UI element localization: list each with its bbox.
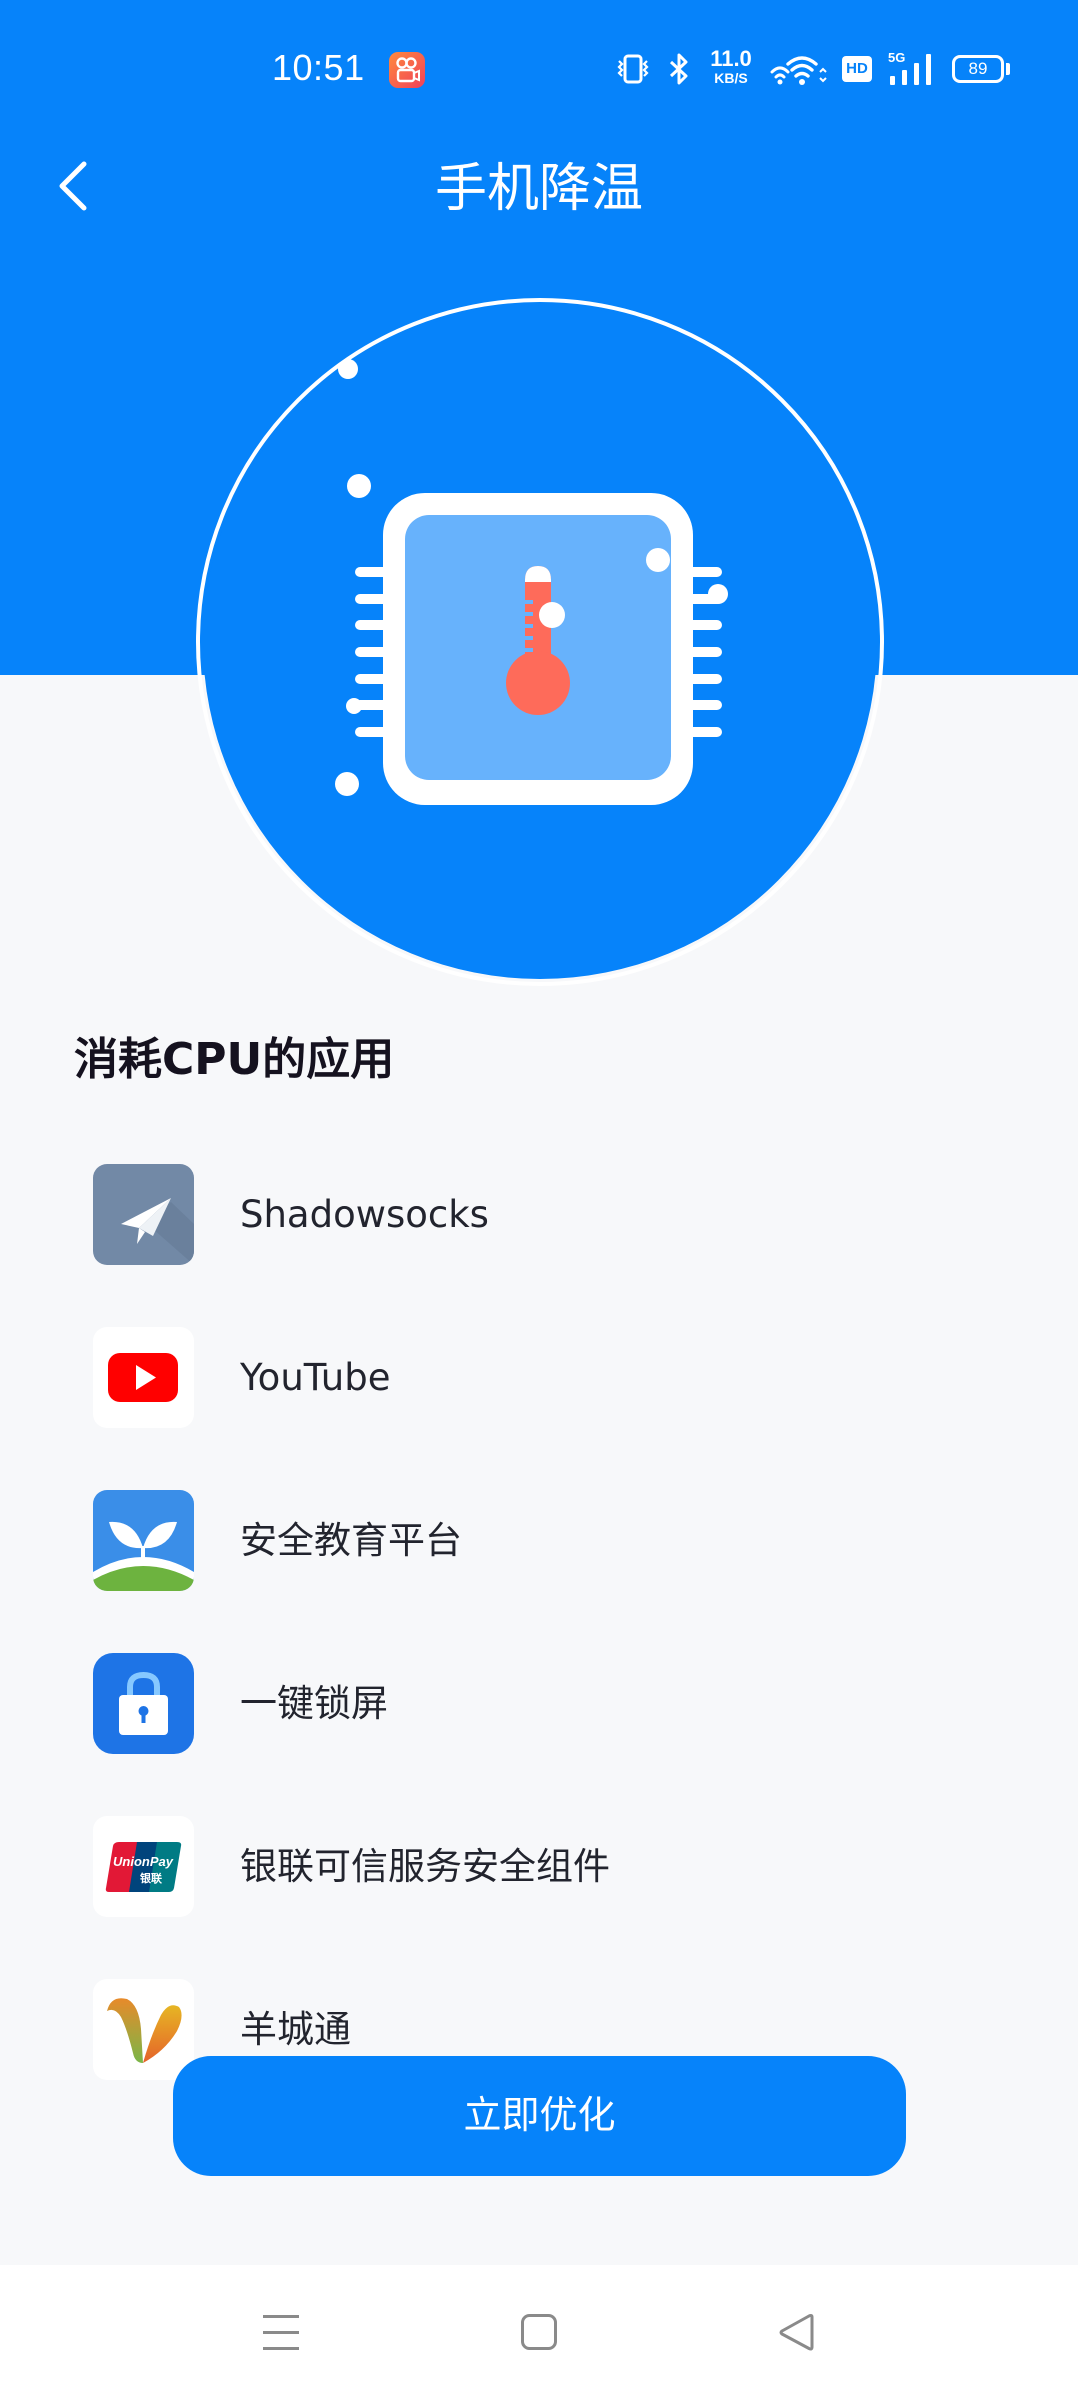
battery-icon: 89 bbox=[952, 55, 1004, 83]
svg-text:UnionPay: UnionPay bbox=[113, 1854, 174, 1869]
section-title: 消耗CPU的应用 bbox=[74, 1034, 395, 1085]
app-name: YouTube bbox=[240, 1356, 391, 1399]
network-speed-value: 11.0 bbox=[710, 46, 752, 71]
svg-text:银联: 银联 bbox=[140, 1871, 162, 1885]
safety-education-icon bbox=[93, 1490, 194, 1591]
yangchengtong-icon bbox=[93, 1979, 194, 2080]
network-speed-unit: KB/S bbox=[714, 70, 748, 86]
network-speed: 11.0 KB/S bbox=[707, 46, 755, 86]
battery-level: 89 bbox=[968, 59, 988, 78]
cpu-thermometer-icon bbox=[196, 298, 884, 986]
recents-button[interactable] bbox=[253, 2305, 309, 2361]
lock-screen-icon bbox=[93, 1653, 194, 1754]
system-back-button[interactable] bbox=[769, 2305, 825, 2361]
vibrate-icon bbox=[617, 54, 649, 84]
page-title: 手机降温 bbox=[434, 159, 643, 219]
kuaishou-app-icon bbox=[389, 52, 425, 88]
home-button[interactable] bbox=[511, 2305, 567, 2361]
signal-strength-icon bbox=[890, 54, 931, 85]
app-list-item[interactable]: YouTube bbox=[93, 1327, 993, 1428]
optimize-now-button[interactable]: 立即优化 bbox=[173, 2056, 906, 2176]
app-name: Shadowsocks bbox=[240, 1193, 489, 1236]
shadowsocks-icon bbox=[93, 1164, 194, 1265]
app-name: 银联可信服务安全组件 bbox=[240, 1845, 610, 1888]
app-list-item[interactable]: 安全教育平台 bbox=[93, 1490, 993, 1591]
app-list-item[interactable]: 一键锁屏 bbox=[93, 1653, 993, 1754]
youtube-icon bbox=[93, 1327, 194, 1428]
hd-icon: HD bbox=[842, 56, 872, 82]
app-list-item[interactable]: UnionPay 银联 银联可信服务安全组件 bbox=[93, 1816, 993, 1917]
unionpay-icon: UnionPay 银联 bbox=[93, 1816, 194, 1917]
status-time: 10:51 bbox=[272, 47, 365, 88]
wifi-icon bbox=[770, 56, 827, 85]
home-icon bbox=[521, 2314, 557, 2350]
bluetooth-icon bbox=[669, 53, 688, 85]
battery-tip bbox=[1006, 63, 1010, 75]
back-triangle-icon bbox=[779, 2313, 814, 2351]
app-name: 一键锁屏 bbox=[240, 1682, 388, 1725]
menu-icon bbox=[263, 2315, 299, 2350]
app-list-item[interactable]: Shadowsocks bbox=[93, 1164, 993, 1265]
app-name: 安全教育平台 bbox=[240, 1519, 462, 1562]
